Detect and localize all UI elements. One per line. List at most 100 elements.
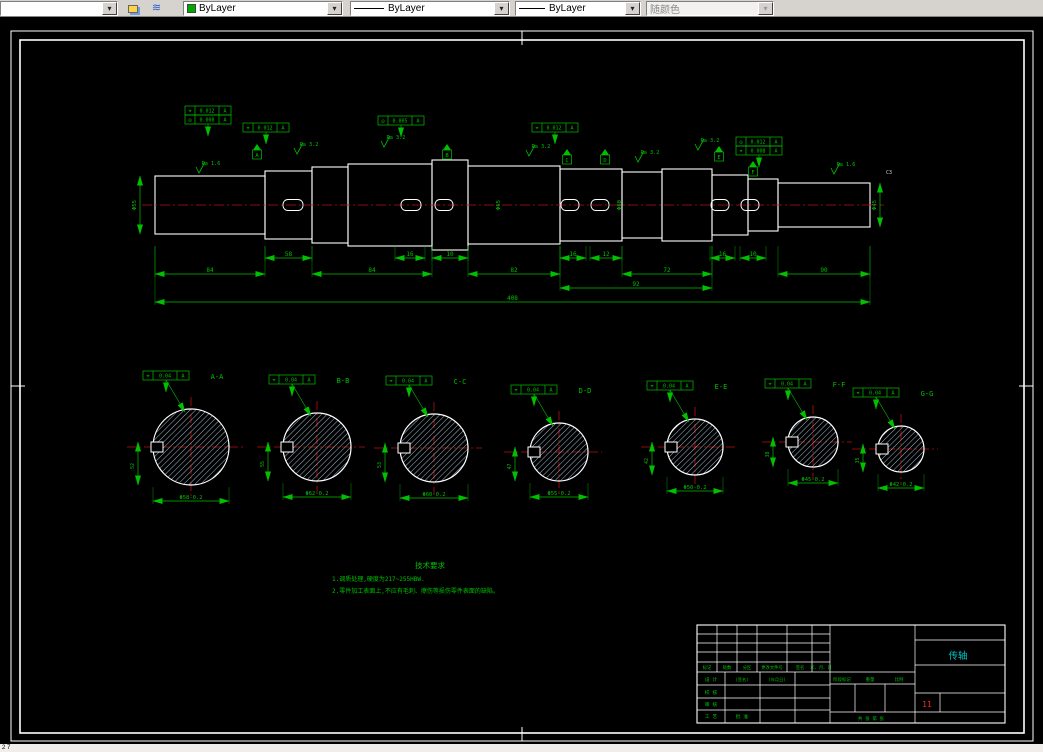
svg-text:A: A — [774, 140, 777, 146]
svg-text:2.零件加工表面上,不应有毛刺、擦伤等损伤零件表面的缺陷。: 2.零件加工表面上,不应有毛刺、擦伤等损伤零件表面的缺陷。 — [332, 587, 499, 595]
svg-text:Φ50-0.2: Φ50-0.2 — [683, 485, 706, 491]
svg-text:更改文件号: 更改文件号 — [761, 664, 782, 671]
svg-text:⌖: ⌖ — [272, 378, 275, 384]
color-combo[interactable]: ByLayer ▾ — [183, 1, 343, 16]
svg-text:分区: 分区 — [743, 664, 752, 671]
svg-text:58: 58 — [285, 251, 293, 258]
layer-previous-button[interactable]: ≋ — [147, 1, 166, 16]
svg-text:Ra 3.2: Ra 3.2 — [387, 135, 406, 141]
svg-text:G-G: G-G — [921, 390, 934, 398]
svg-text:传轴: 传轴 — [948, 650, 967, 662]
svg-text:批 准: 批 准 — [736, 713, 749, 720]
svg-text:年、月、日: 年、月、日 — [810, 664, 831, 671]
svg-text:Ra 1.6: Ra 1.6 — [837, 162, 856, 168]
svg-text:⌖: ⌖ — [856, 391, 859, 397]
shaft-main-view[interactable]: 58 16 10 16 12 16 10 84 84 82 72 90 92 408 Φ55 Φ45 Φ65 Φ6… — [132, 105, 892, 305]
svg-text:A: A — [255, 153, 259, 159]
svg-text:16: 16 — [406, 251, 414, 258]
svg-text:Ra 3.2: Ra 3.2 — [300, 142, 319, 148]
linetype-combo[interactable]: ByLayer ▾ — [350, 1, 510, 16]
svg-text:处数: 处数 — [723, 664, 732, 671]
object-properties-toolbar: ▾ ≋ ByLayer ▾ ByLayer ▾ ByLayer ▾ 随颜色 ▾ — [0, 0, 1043, 17]
layer-combo-arrow-icon[interactable]: ▾ — [102, 2, 117, 15]
svg-text:408: 408 — [507, 295, 518, 302]
svg-text:设 计: 设 计 — [705, 676, 718, 683]
statusbar-text: 2 7 — [2, 745, 11, 751]
svg-text:(签名): (签名) — [735, 676, 748, 683]
section-view-B-B[interactable]: Φ62-0.2 55 ⌖ 0.04 A B-B — [257, 374, 365, 500]
section-view-E-E[interactable]: Φ50-0.2 42 ⌖ 0.04 A E-E — [641, 380, 737, 494]
linetype-combo-arrow-icon[interactable]: ▾ — [494, 2, 509, 15]
svg-text:E-E: E-E — [715, 383, 728, 391]
svg-text:53: 53 — [377, 462, 383, 468]
layer-combo[interactable]: ▾ — [0, 1, 118, 16]
section-view-C-C[interactable]: Φ60-0.2 53 ⌖ 0.04 A C-C — [374, 375, 482, 501]
svg-text:Φ60: Φ60 — [617, 200, 623, 210]
svg-text:签名: 签名 — [796, 664, 805, 671]
svg-text:Φ45: Φ45 — [872, 200, 878, 210]
svg-text:16: 16 — [719, 251, 727, 258]
svg-text:0.04: 0.04 — [527, 388, 539, 394]
svg-text:Φ62-0.2: Φ62-0.2 — [305, 491, 328, 497]
svg-text:A: A — [570, 126, 573, 132]
lineweight-combo-label: ByLayer — [549, 3, 586, 14]
svg-text:F-F: F-F — [833, 381, 846, 389]
svg-text:F: F — [751, 170, 754, 176]
svg-text:标记: 标记 — [703, 664, 712, 671]
lineweight-combo-arrow-icon[interactable]: ▾ — [625, 2, 640, 15]
svg-text:92: 92 — [632, 281, 640, 288]
svg-text:B-B: B-B — [337, 377, 350, 385]
section-view-A-A[interactable]: Φ58-0.2 52 ⌖ 0.04 A A-A — [127, 370, 243, 504]
svg-text:10: 10 — [749, 251, 757, 258]
svg-text:0.008: 0.008 — [750, 149, 765, 155]
make-layer-current-button[interactable] — [123, 1, 142, 16]
section-view-F-F[interactable]: Φ45-0.2 38 ⌖ 0.04 A F-F — [762, 378, 852, 486]
svg-text:0.005: 0.005 — [392, 119, 407, 125]
svg-text:重量: 重量 — [866, 676, 875, 683]
svg-text:共 张 第 张: 共 张 第 张 — [858, 715, 885, 722]
svg-text:技术要求: 技术要求 — [415, 560, 445, 570]
svg-text:A: A — [307, 378, 310, 384]
svg-text:42: 42 — [644, 458, 650, 464]
svg-text:◎: ◎ — [381, 119, 385, 125]
svg-text:0.012: 0.012 — [199, 109, 214, 115]
svg-text:Φ65: Φ65 — [496, 200, 502, 210]
svg-text:E: E — [717, 155, 720, 161]
layers-icon — [127, 4, 138, 13]
svg-text:11: 11 — [922, 700, 932, 709]
svg-text:◎: ◎ — [188, 118, 192, 124]
plotstyle-combo-label: 随颜色 — [650, 5, 680, 16]
lineweight-combo[interactable]: ByLayer ▾ — [515, 1, 641, 16]
svg-text:0.04: 0.04 — [869, 391, 881, 397]
svg-text:0.04: 0.04 — [402, 379, 414, 385]
svg-text:A: A — [549, 388, 552, 394]
svg-text:72: 72 — [663, 267, 671, 274]
svg-text:90: 90 — [820, 267, 828, 274]
svg-text:⌖: ⌖ — [514, 388, 517, 394]
svg-text:D: D — [603, 158, 606, 164]
svg-text:0.04: 0.04 — [781, 382, 793, 388]
section-view-D-D[interactable]: Φ55-0.2 47 ⌖ 0.04 A D-D — [504, 384, 602, 500]
svg-text:⌖: ⌖ — [188, 109, 191, 115]
svg-text:校 核: 校 核 — [705, 689, 718, 696]
model-space-canvas[interactable]: 58 16 10 16 12 16 10 84 84 82 72 90 92 408 Φ55 Φ45 Φ65 Φ6… — [0, 17, 1043, 744]
svg-text:35: 35 — [855, 457, 861, 463]
svg-text:A: A — [223, 118, 226, 124]
svg-text:比例: 比例 — [895, 676, 904, 683]
svg-text:Φ58-0.2: Φ58-0.2 — [179, 495, 202, 501]
svg-text:(年月日): (年月日) — [768, 676, 786, 683]
svg-text:1.调质处理,硬度为217~255HBW.: 1.调质处理,硬度为217~255HBW. — [332, 575, 425, 583]
svg-text:82: 82 — [510, 267, 518, 274]
status-bar: 2 7 — [0, 744, 1043, 752]
svg-text:审 核: 审 核 — [705, 701, 718, 708]
svg-text:12: 12 — [602, 251, 610, 258]
svg-text:⌖: ⌖ — [650, 384, 653, 390]
svg-text:C: C — [565, 158, 568, 164]
section-view-G-G[interactable]: Φ42-0.2 35 ⌖ 0.04 A G-G — [852, 387, 938, 491]
svg-text:A: A — [281, 126, 284, 132]
plotstyle-combo-arrow-icon: ▾ — [758, 2, 773, 15]
svg-text:⌖: ⌖ — [535, 126, 538, 132]
svg-text:A: A — [223, 109, 226, 115]
svg-text:A: A — [416, 119, 419, 125]
color-combo-arrow-icon[interactable]: ▾ — [327, 2, 342, 15]
